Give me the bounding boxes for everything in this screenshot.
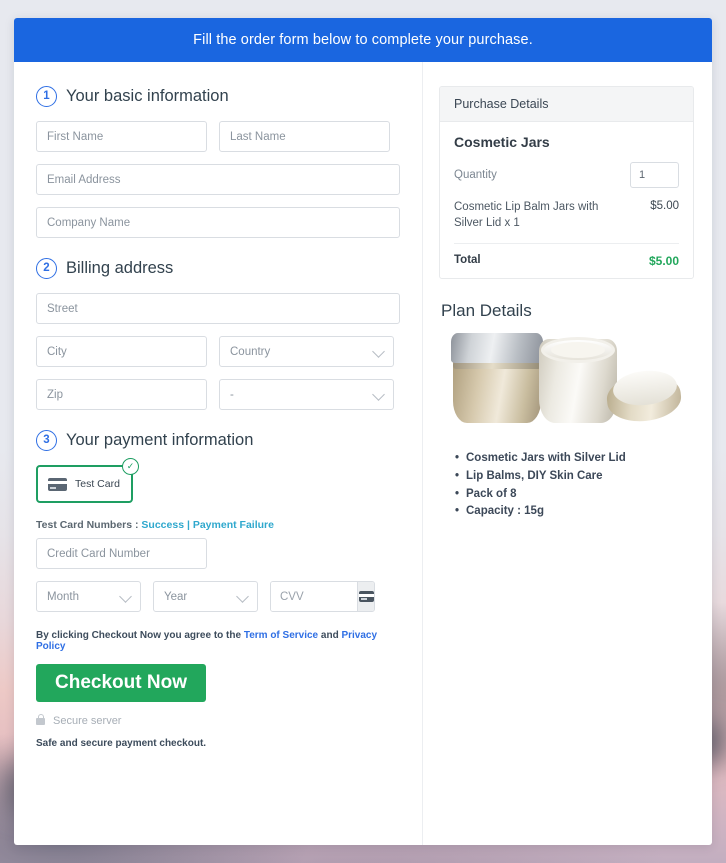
total-row: Total $5.00 xyxy=(454,244,679,268)
line-item-description: Cosmetic Lip Balm Jars with Silver Lid x… xyxy=(454,201,599,229)
summary-column: Purchase Details Cosmetic Jars Quantity … xyxy=(423,62,712,845)
product-image xyxy=(447,331,684,436)
test-card-numbers-row: Test Card Numbers : Success | Payment Fa… xyxy=(36,519,400,531)
jar-closed-ring xyxy=(453,362,541,370)
secure-server-row: Secure server xyxy=(36,713,400,727)
line-item-price: $5.00 xyxy=(650,200,679,212)
company-row xyxy=(36,207,400,238)
zip-input[interactable] xyxy=(36,379,207,410)
purchase-details-body: Cosmetic Jars Quantity Cosmetic Lip Balm… xyxy=(440,122,693,278)
state-select[interactable]: - xyxy=(219,379,394,410)
city-input[interactable] xyxy=(36,336,207,367)
section-heading-billing: 2 Billing address xyxy=(36,258,400,279)
terms-of-service-link[interactable]: Term of Service xyxy=(244,630,318,641)
cvv-group xyxy=(270,581,375,612)
quantity-input[interactable] xyxy=(630,162,679,188)
zip-state-row: - xyxy=(36,379,400,410)
city-country-row: Country xyxy=(36,336,400,367)
cvv-help-button[interactable] xyxy=(357,582,374,611)
terms-prefix: By clicking Checkout Now you agree to th… xyxy=(36,630,244,641)
list-item: Capacity : 15g xyxy=(455,503,694,521)
terms-text: By clicking Checkout Now you agree to th… xyxy=(36,630,400,652)
form-column: 1 Your basic information 2 Billing addre… xyxy=(14,62,423,845)
section-heading-basic-info: 1 Your basic information xyxy=(36,86,400,107)
section-title-billing: Billing address xyxy=(66,259,174,277)
secure-server-label: Secure server xyxy=(53,715,122,727)
company-input[interactable] xyxy=(36,207,400,238)
state-select-value: - xyxy=(230,388,234,401)
expiry-year-select[interactable]: Year xyxy=(153,581,258,612)
payment-method-label: Test Card xyxy=(75,478,120,490)
content-columns: 1 Your basic information 2 Billing addre… xyxy=(14,62,712,845)
plan-bullet-list: Cosmetic Jars with Silver Lid Lip Balms,… xyxy=(455,450,694,521)
total-label: Total xyxy=(454,254,481,267)
check-circle-icon: ✓ xyxy=(122,458,139,475)
email-row xyxy=(36,164,400,195)
chevron-down-icon xyxy=(236,589,249,603)
section-heading-payment: 3 Your payment information xyxy=(36,430,400,451)
line-item-row: Cosmetic Lip Balm Jars with Silver Lid x… xyxy=(454,200,679,245)
chevron-down-icon xyxy=(372,387,385,401)
credit-card-icon xyxy=(48,477,67,491)
safe-checkout-note: Safe and secure payment checkout. xyxy=(36,738,207,749)
street-row xyxy=(36,293,400,324)
payment-method-test-card[interactable]: Test Card ✓ xyxy=(36,458,139,503)
cvv-input[interactable] xyxy=(271,582,357,611)
banner-text: Fill the order form below to complete yo… xyxy=(193,32,533,48)
plan-details-title: Plan Details xyxy=(441,301,532,321)
purchase-product-name: Cosmetic Jars xyxy=(454,134,550,150)
expiry-month-value: Month xyxy=(47,590,79,603)
email-input[interactable] xyxy=(36,164,400,195)
country-select[interactable]: Country xyxy=(219,336,394,367)
name-row xyxy=(36,121,400,152)
quantity-label: Quantity xyxy=(454,169,497,181)
test-card-numbers-label: Test Card Numbers : xyxy=(36,519,139,531)
chevron-down-icon xyxy=(372,344,385,358)
step-number-badge-2: 2 xyxy=(36,258,57,279)
credit-card-number-input[interactable] xyxy=(36,538,207,569)
checkout-now-button[interactable]: Checkout Now xyxy=(36,664,206,702)
expiry-month-select[interactable]: Month xyxy=(36,581,141,612)
test-card-separator: | xyxy=(186,519,190,531)
test-card-failure-link[interactable]: Payment Failure xyxy=(193,519,274,531)
quantity-row: Quantity xyxy=(454,162,679,188)
step-number-badge-3: 3 xyxy=(36,430,57,451)
last-name-input[interactable] xyxy=(219,121,390,152)
country-select-value: Country xyxy=(230,345,271,358)
purchase-details-card: Purchase Details Cosmetic Jars Quantity … xyxy=(439,86,694,280)
page-banner: Fill the order form below to complete yo… xyxy=(14,18,712,62)
terms-middle: and xyxy=(318,630,342,641)
list-item: Lip Balms, DIY Skin Care xyxy=(455,468,694,486)
credit-card-icon xyxy=(358,591,374,602)
list-item: Pack of 8 xyxy=(455,486,694,504)
section-title-basic-info: Your basic information xyxy=(66,87,229,105)
checkout-card: Fill the order form below to complete yo… xyxy=(14,18,712,845)
chevron-down-icon xyxy=(119,589,132,603)
jar-closed-silver-lid xyxy=(451,333,543,364)
jar-open-inner xyxy=(551,342,605,359)
step-number-badge-1: 1 xyxy=(36,86,57,107)
street-input[interactable] xyxy=(36,293,400,324)
list-item: Cosmetic Jars with Silver Lid xyxy=(455,450,694,468)
first-name-input[interactable] xyxy=(36,121,207,152)
section-title-payment: Your payment information xyxy=(66,431,254,449)
total-value: $5.00 xyxy=(648,254,679,269)
test-card-success-link[interactable]: Success xyxy=(141,519,184,531)
lock-icon xyxy=(36,713,45,725)
expiry-cvv-row: Month Year xyxy=(36,581,400,612)
expiry-year-value: Year xyxy=(164,590,188,603)
purchase-details-header: Purchase Details xyxy=(440,87,693,122)
